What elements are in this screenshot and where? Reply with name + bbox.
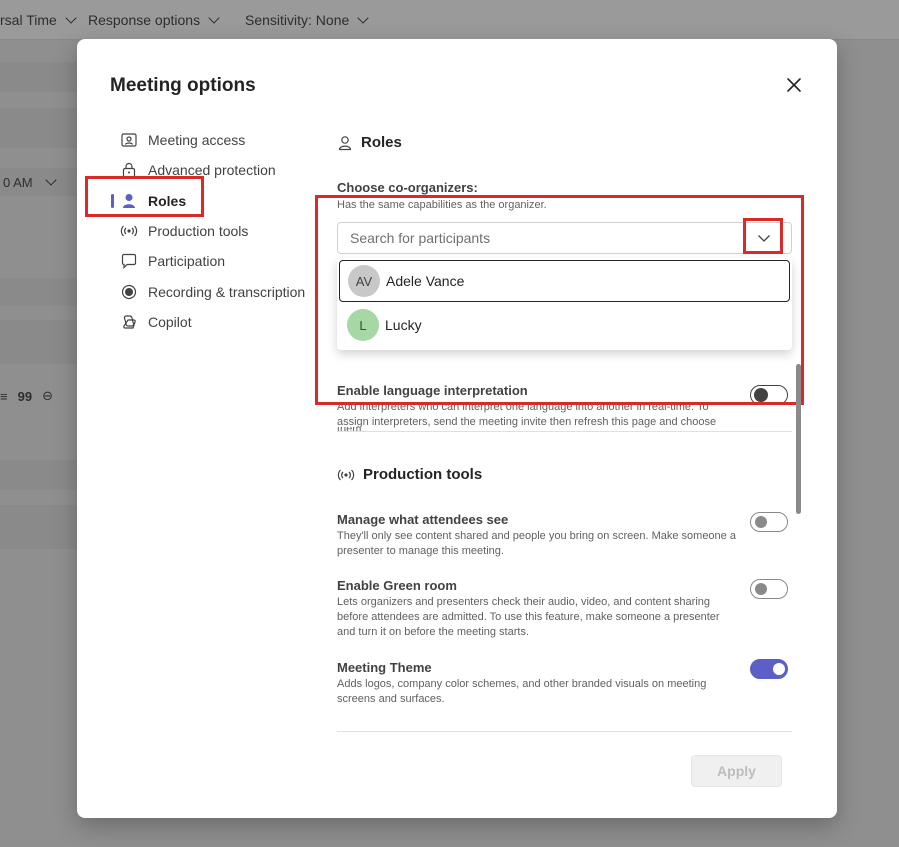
sensitivity-label: Sensitivity: None [245,12,350,28]
nav-label: Recording & transcription [148,284,306,300]
background-field [0,108,77,148]
chevron-down-icon [65,12,77,24]
nav-label: Production tools [148,223,249,239]
nav-item-participation[interactable]: Participation [117,248,307,274]
toggle-knob [755,516,767,528]
dialog-title: Meeting options [110,75,256,96]
person-icon [338,135,352,150]
list-icon: ≡ [0,388,8,404]
sensitivity-dropdown[interactable]: Sensitivity: None [245,12,369,28]
setting-title: Enable Green room [337,578,457,593]
background-field [0,460,77,490]
roles-section-heading: Roles [337,134,402,151]
close-icon [787,78,801,92]
chevron-down-icon [208,12,220,24]
nav-item-copilot[interactable]: Copilot [117,309,307,335]
production-tools-heading: Production tools [337,466,482,483]
meeting-theme-toggle[interactable] [750,659,788,679]
toggle-knob [755,583,767,595]
time-zone-dropdown[interactable]: rsal Time [0,12,77,28]
section-divider [337,731,792,732]
time-text: 0 AM [3,174,33,190]
background-field [0,320,77,364]
person-card-icon [120,131,138,149]
background-toolbar: rsal Time Response options Sensitivity: … [0,0,899,40]
broadcast-icon [120,222,138,240]
manage-attendees-toggle[interactable] [750,512,788,532]
background-field [0,62,77,92]
response-options-dropdown[interactable]: Response options [88,12,220,28]
nav-item-recording-transcription[interactable]: Recording & transcription [117,279,307,305]
setting-green-room: Enable Green room Lets organizers and pr… [337,578,792,640]
section-title: Production tools [363,466,483,483]
response-options-label: Response options [88,12,201,28]
record-icon [120,283,138,301]
chat-bubble-icon [120,252,138,270]
section-divider [337,431,792,432]
highlight-box-roles [85,176,204,217]
setting-manage-attendees-see: Manage what attendees see They'll only s… [337,512,792,559]
setting-title: Manage what attendees see [337,512,509,527]
nav-label: Copilot [148,314,192,330]
background-field [0,278,77,306]
nav-item-production-tools[interactable]: Production tools [117,218,307,244]
link-icon: ⊖ [42,388,53,403]
toggle-knob [773,663,785,675]
highlight-box-dropdown [743,218,783,254]
broadcast-icon [337,469,355,480]
setting-description: Lets organizers and presenters check the… [337,596,720,638]
nav-label: Meeting access [148,132,246,148]
setting-description: Adds logos, company color schemes, and o… [337,678,707,705]
background-format-bar: ≡ 99 ⊖ [0,388,53,404]
close-button[interactable] [784,75,804,95]
section-title: Roles [361,134,402,151]
setting-description-overflow: them. [337,427,365,435]
chevron-down-icon [357,12,369,24]
highlight-box-coorganizers [315,195,804,405]
setting-meeting-theme: Meeting Theme Adds logos, company color … [337,659,792,707]
nav-label: Participation [148,253,226,269]
background-field [0,505,77,549]
apply-button[interactable]: Apply [691,755,782,787]
coorganizers-label: Choose co-organizers: [337,180,478,195]
setting-title: Meeting Theme [337,660,432,675]
chevron-down-icon [44,174,57,186]
setting-description: They'll only see content shared and peop… [337,530,736,557]
time-zone-label: rsal Time [0,12,57,28]
copilot-icon [120,313,138,331]
content-scrollbar[interactable] [796,364,801,514]
meeting-options-dialog: Meeting options Meeting access Advanced … [77,39,837,818]
quote-icon: 99 [17,388,33,404]
background-time-field: 0 AM [0,168,77,196]
green-room-toggle[interactable] [750,579,788,599]
nav-item-meeting-access[interactable]: Meeting access [117,127,307,153]
